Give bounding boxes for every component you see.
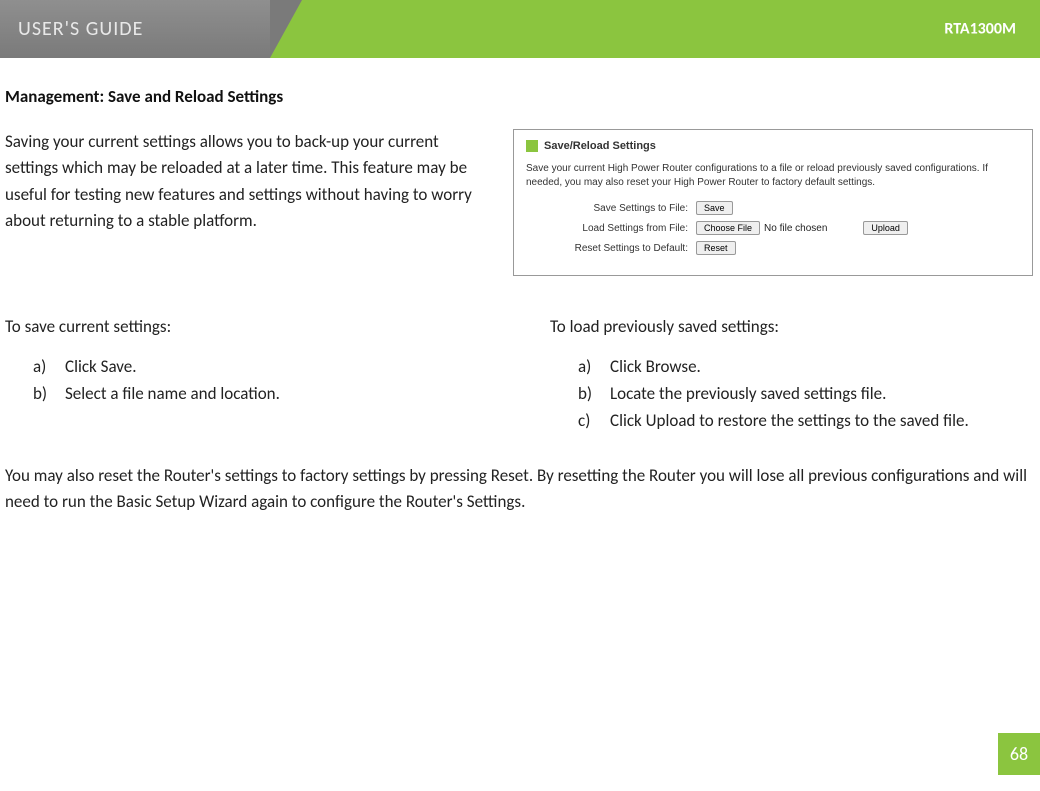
screenshot-desc: Save your current High Power Router conf… [526,162,1020,189]
save-row: Save Settings to File: Save [526,201,1020,215]
save-steps-list: a)Click Save. b)Select a file name and l… [5,353,490,407]
page-number: 68 [998,733,1040,775]
upload-button[interactable]: Upload [863,221,908,235]
save-button[interactable]: Save [696,201,733,215]
content: Management: Save and Reload Settings Sav… [0,58,1040,515]
list-text: Click Save. [65,353,137,380]
reset-label: Reset Settings to Default: [526,243,696,254]
save-label: Save Settings to File: [526,203,696,214]
list-item: c)Click Upload to restore the settings t… [578,407,1035,434]
load-steps-list: a)Click Browse. b)Locate the previously … [550,353,1035,435]
square-icon [526,140,538,152]
screenshot-title: Save/Reload Settings [544,140,656,152]
list-text: Select a file name and location. [65,380,280,407]
list-marker: a) [578,353,610,380]
footer-paragraph: You may also reset the Router's settings… [5,463,1035,516]
list-item: a)Click Save. [33,353,490,380]
list-marker: c) [578,407,610,434]
list-item: a)Click Browse. [578,353,1035,380]
header-bar: USER'S GUIDE RTA1300M [0,0,1040,58]
intro-paragraph: Saving your current settings allows you … [5,129,483,234]
reset-button[interactable]: Reset [696,241,736,255]
list-marker: a) [33,353,65,380]
screenshot-panel: Save/Reload Settings Save your current H… [513,129,1033,276]
list-text: Click Upload to restore the settings to … [610,407,969,434]
section-title: Management: Save and Reload Settings [5,86,1035,107]
col-load-heading: To load previously saved settings: [550,316,1035,337]
list-item: b)Select a file name and location. [33,380,490,407]
header-title: USER'S GUIDE [18,17,143,41]
list-marker: b) [33,380,65,407]
col-load: To load previously saved settings: a)Cli… [550,316,1035,435]
col-save: To save current settings: a)Click Save. … [5,316,490,435]
col-save-heading: To save current settings: [5,316,490,337]
header-model: RTA1300M [944,20,1016,39]
list-marker: b) [578,380,610,407]
load-row: Load Settings from File: Choose File No … [526,221,1020,235]
instruction-columns: To save current settings: a)Click Save. … [5,316,1035,435]
list-text: Click Browse. [610,353,701,380]
list-item: b)Locate the previously saved settings f… [578,380,1035,407]
screenshot-header: Save/Reload Settings [526,140,1020,152]
no-file-text: No file chosen [764,223,827,234]
load-label: Load Settings from File: [526,223,696,234]
reset-row: Reset Settings to Default: Reset [526,241,1020,255]
header-gray-tab: USER'S GUIDE [0,0,270,58]
top-row: Saving your current settings allows you … [5,129,1035,276]
choose-file-button[interactable]: Choose File [696,221,760,235]
list-text: Locate the previously saved settings fil… [610,380,886,407]
